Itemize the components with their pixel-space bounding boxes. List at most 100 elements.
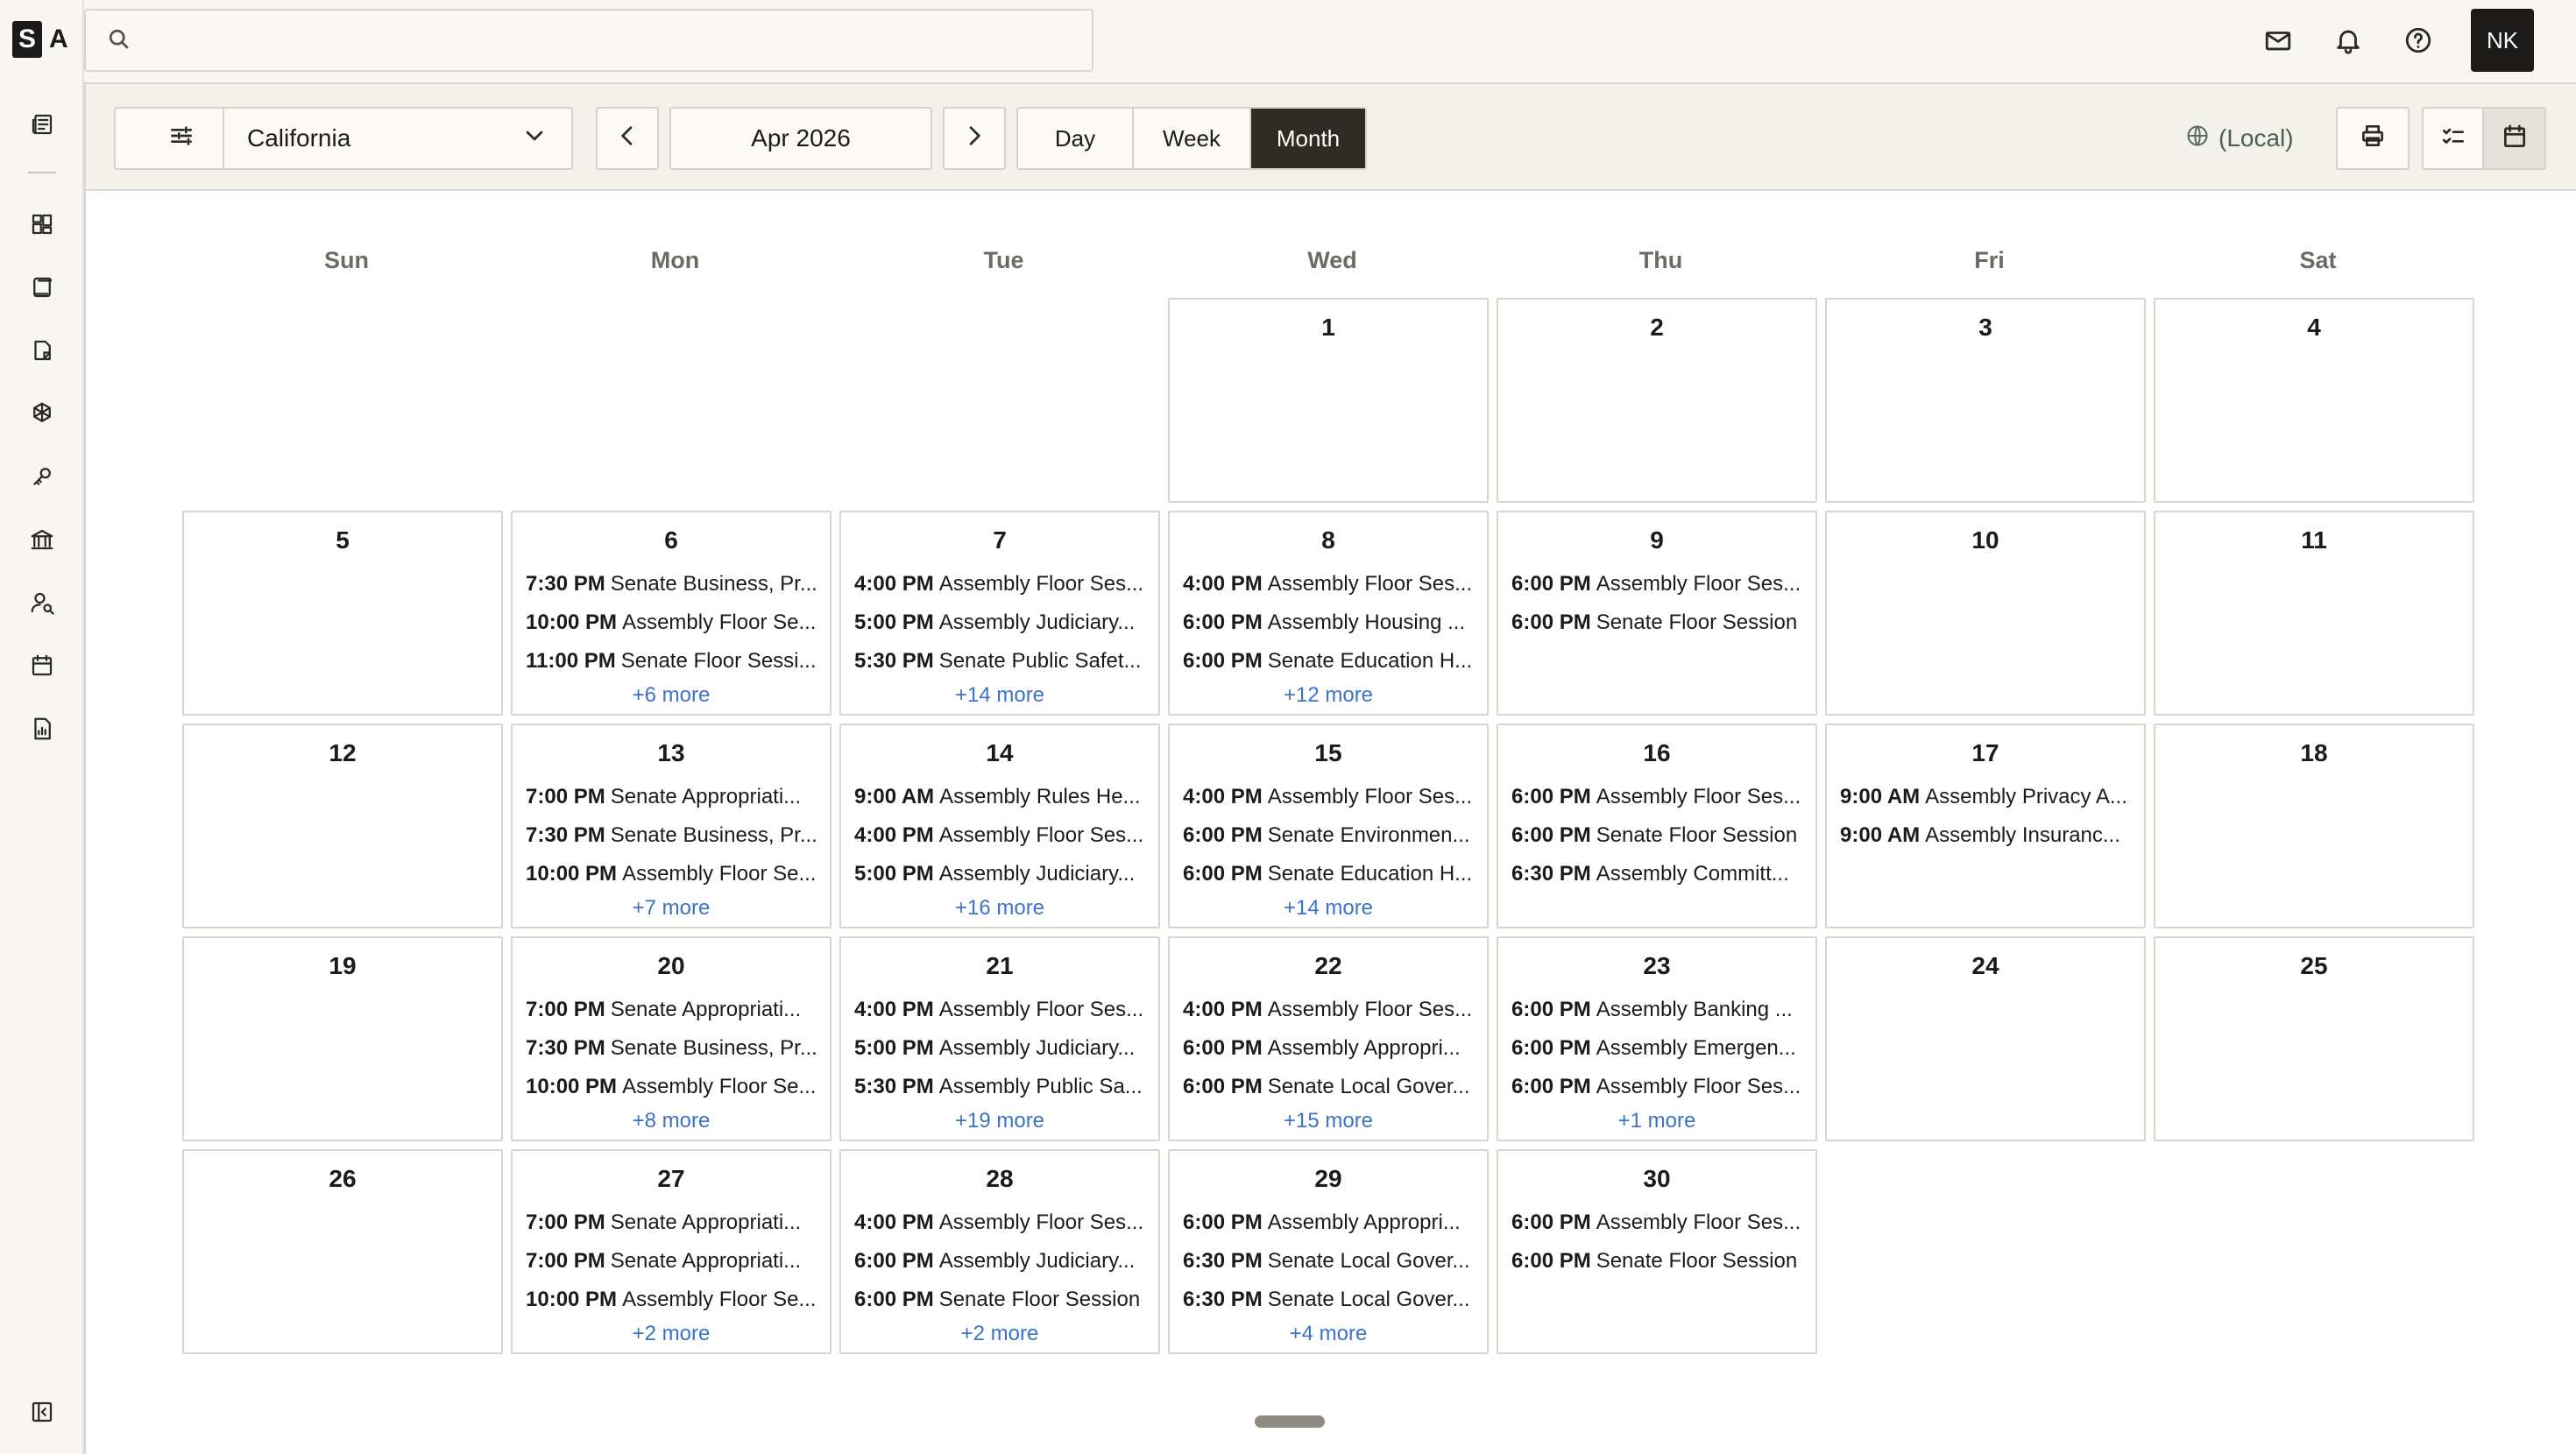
event-item[interactable]: 6:00 PM Senate Floor Session <box>841 1281 1158 1319</box>
event-item[interactable]: 4:00 PM Assembly Floor Ses... <box>841 816 1158 855</box>
day-cell[interactable]: 10 <box>1825 511 2146 716</box>
event-item[interactable]: 6:00 PM Senate Environmen... <box>1170 816 1487 855</box>
more-events-link[interactable]: +15 more <box>1170 1106 1487 1136</box>
event-item[interactable]: 9:00 AM Assembly Insuranc... <box>1827 816 2144 855</box>
event-item[interactable]: 6:00 PM Senate Local Gover... <box>1170 1068 1487 1106</box>
event-item[interactable]: 5:30 PM Assembly Public Sa... <box>841 1068 1158 1106</box>
day-cell[interactable]: 20 7:00 PM Senate Appropriati... 7:30 PM Sen… <box>511 936 832 1141</box>
event-item[interactable]: 6:30 PM Senate Local Gover... <box>1170 1281 1487 1319</box>
day-cell[interactable]: 1 <box>1168 298 1489 503</box>
collapse-sidebar-icon[interactable] <box>25 1394 60 1429</box>
event-item[interactable]: 5:00 PM Assembly Judiciary... <box>841 603 1158 642</box>
help-icon[interactable] <box>2397 19 2439 61</box>
more-events-link[interactable]: +8 more <box>513 1106 830 1136</box>
day-cell[interactable]: 24 <box>1825 936 2146 1141</box>
more-events-link[interactable]: +14 more <box>1170 893 1487 923</box>
day-cell[interactable]: 29 6:00 PM Assembly Appropri... 6:30 PM Sena… <box>1168 1149 1489 1354</box>
more-events-link[interactable]: +2 more <box>513 1319 830 1349</box>
event-item[interactable]: 6:30 PM Assembly Committ... <box>1498 855 1815 893</box>
event-item[interactable]: 6:00 PM Assembly Appropri... <box>1170 1029 1487 1068</box>
event-item[interactable]: 6:00 PM Assembly Floor Ses... <box>1498 1203 1815 1242</box>
day-cell[interactable]: 8 4:00 PM Assembly Floor Ses... 6:00 PM Asse… <box>1168 511 1489 716</box>
event-item[interactable]: 4:00 PM Assembly Floor Ses... <box>1170 991 1487 1029</box>
event-item[interactable]: 4:00 PM Assembly Floor Ses... <box>1170 565 1487 603</box>
event-item[interactable]: 9:00 AM Assembly Rules He... <box>841 778 1158 816</box>
more-events-link[interactable]: +6 more <box>513 681 830 710</box>
dashboard-icon[interactable] <box>25 207 60 242</box>
event-item[interactable]: 10:00 PM Assembly Floor Se... <box>513 855 830 893</box>
day-view-button[interactable]: Day <box>1018 109 1134 168</box>
event-item[interactable]: 7:00 PM Senate Appropriati... <box>513 1242 830 1281</box>
state-select[interactable]: California <box>223 107 573 170</box>
event-item[interactable]: 6:00 PM Assembly Floor Ses... <box>1498 1068 1815 1106</box>
event-item[interactable]: 6:00 PM Assembly Judiciary... <box>841 1242 1158 1281</box>
day-cell[interactable]: 2 <box>1497 298 1817 503</box>
day-cell[interactable]: 16 6:00 PM Assembly Floor Ses... 6:00 PM Sen… <box>1497 723 1817 928</box>
event-item[interactable]: 5:00 PM Assembly Judiciary... <box>841 1029 1158 1068</box>
more-events-link[interactable]: +1 more <box>1498 1106 1815 1136</box>
calendar-icon[interactable] <box>25 648 60 683</box>
event-item[interactable]: 4:00 PM Assembly Floor Ses... <box>1170 778 1487 816</box>
day-cell[interactable]: 22 4:00 PM Assembly Floor Ses... 6:00 PM Ass… <box>1168 936 1489 1141</box>
more-events-link[interactable]: +16 more <box>841 893 1158 923</box>
event-item[interactable]: 6:00 PM Assembly Banking ... <box>1498 991 1815 1029</box>
more-events-link[interactable]: +14 more <box>841 681 1158 710</box>
day-cell[interactable]: 5 <box>182 511 503 716</box>
bills-icon[interactable] <box>25 270 60 305</box>
logo[interactable]: S A <box>12 21 68 58</box>
day-cell[interactable]: 21 4:00 PM Assembly Floor Ses... 5:00 PM Ass… <box>839 936 1160 1141</box>
report-icon[interactable] <box>25 711 60 746</box>
event-item[interactable]: 6:00 PM Senate Floor Session <box>1498 816 1815 855</box>
event-item[interactable]: 9:00 AM Assembly Privacy A... <box>1827 778 2144 816</box>
search-input[interactable] <box>145 26 1065 54</box>
resize-handle[interactable] <box>1255 1415 1325 1428</box>
day-cell[interactable]: 18 <box>2154 723 2474 928</box>
day-cell[interactable]: 11 <box>2154 511 2474 716</box>
document-icon[interactable] <box>25 333 60 368</box>
more-events-link[interactable]: +7 more <box>513 893 830 923</box>
day-cell[interactable]: 7 4:00 PM Assembly Floor Ses... 5:00 PM Asse… <box>839 511 1160 716</box>
timezone-selector[interactable]: (Local) <box>2185 107 2294 170</box>
day-cell[interactable]: 3 <box>1825 298 2146 503</box>
prev-month-button[interactable] <box>596 107 659 170</box>
day-cell[interactable]: 14 9:00 AM Assembly Rules He... 4:00 PM Asse… <box>839 723 1160 928</box>
event-item[interactable]: 7:30 PM Senate Business, Pr... <box>513 1029 830 1068</box>
news-icon[interactable] <box>25 107 60 142</box>
event-item[interactable]: 4:00 PM Assembly Floor Ses... <box>841 991 1158 1029</box>
event-item[interactable]: 4:00 PM Assembly Floor Ses... <box>841 565 1158 603</box>
capitol-icon[interactable] <box>25 522 60 557</box>
event-item[interactable]: 6:00 PM Assembly Housing ... <box>1170 603 1487 642</box>
event-item[interactable]: 6:00 PM Assembly Emergen... <box>1498 1029 1815 1068</box>
event-item[interactable]: 7:00 PM Senate Appropriati... <box>513 1203 830 1242</box>
more-events-link[interactable]: +4 more <box>1170 1319 1487 1349</box>
event-item[interactable]: 6:00 PM Senate Floor Session <box>1498 1242 1815 1281</box>
avatar[interactable]: NK <box>2471 9 2534 72</box>
event-item[interactable]: 10:00 PM Assembly Floor Se... <box>513 603 830 642</box>
event-item[interactable]: 4:00 PM Assembly Floor Ses... <box>841 1203 1158 1242</box>
event-item[interactable]: 7:00 PM Senate Appropriati... <box>513 991 830 1029</box>
day-cell[interactable]: 15 4:00 PM Assembly Floor Ses... 6:00 PM Sen… <box>1168 723 1489 928</box>
month-view-button[interactable]: Month <box>1251 109 1365 168</box>
print-button[interactable] <box>2336 107 2410 170</box>
day-cell[interactable]: 23 6:00 PM Assembly Banking ... 6:00 PM Asse… <box>1497 936 1817 1141</box>
event-item[interactable]: 7:30 PM Senate Business, Pr... <box>513 816 830 855</box>
mail-icon[interactable] <box>2257 19 2299 61</box>
event-item[interactable]: 6:00 PM Assembly Floor Ses... <box>1498 778 1815 816</box>
more-events-link[interactable]: +2 more <box>841 1319 1158 1349</box>
event-item[interactable]: 11:00 PM Senate Floor Sessi... <box>513 642 830 681</box>
day-cell[interactable]: 27 7:00 PM Senate Appropriati... 7:00 PM Sen… <box>511 1149 832 1354</box>
event-item[interactable]: 7:00 PM Senate Appropriati... <box>513 778 830 816</box>
event-item[interactable]: 7:30 PM Senate Business, Pr... <box>513 565 830 603</box>
week-view-button[interactable]: Week <box>1134 109 1251 168</box>
calendar-view-button[interactable] <box>2484 109 2544 168</box>
bell-icon[interactable] <box>2327 19 2369 61</box>
day-cell[interactable]: 30 6:00 PM Assembly Floor Ses... 6:00 PM Sen… <box>1497 1149 1817 1354</box>
current-date-label[interactable]: Apr 2026 <box>669 107 932 170</box>
event-item[interactable]: 5:30 PM Senate Public Safet... <box>841 642 1158 681</box>
more-events-link[interactable]: +12 more <box>1170 681 1487 710</box>
event-item[interactable]: 6:00 PM Senate Floor Session <box>1498 603 1815 642</box>
day-cell[interactable]: 25 <box>2154 936 2474 1141</box>
list-view-button[interactable] <box>2424 109 2485 168</box>
day-cell[interactable]: 9 6:00 PM Assembly Floor Ses... 6:00 PM Sena… <box>1497 511 1817 716</box>
day-cell[interactable]: 13 7:00 PM Senate Appropriati... 7:30 PM Sen… <box>511 723 832 928</box>
